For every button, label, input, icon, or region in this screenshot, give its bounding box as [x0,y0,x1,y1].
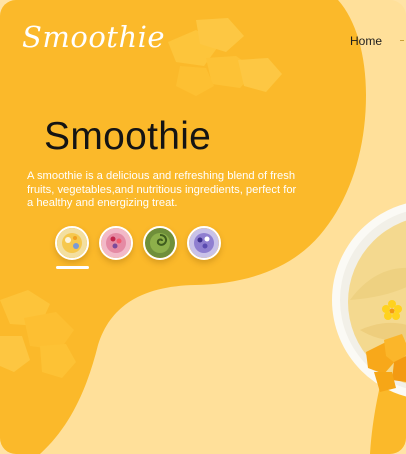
thumbnail-berry-smoothie[interactable] [99,226,133,260]
smoothie-landing-page: Smoothie Home Smoothie A smoothie is a d… [0,0,406,454]
nav-link-home[interactable]: Home [350,34,382,48]
nav-overflow-marker [400,40,404,41]
hero-description: A smoothie is a delicious and refreshing… [27,170,297,210]
thumbnail-green-smoothie[interactable] [143,226,177,260]
thumbnail-mango-smoothie[interactable] [55,226,89,260]
selected-thumbnail-indicator [56,266,89,269]
green-bowl-icon [145,228,175,258]
smoothie-bowl-image [332,203,406,397]
blueberry-bowl-icon [189,228,219,258]
brand-logo[interactable]: Smoothie [22,20,165,54]
thumbnail-blueberry-smoothie[interactable] [187,226,221,260]
mango-bowl-icon [57,228,87,258]
berry-bowl-icon [101,228,131,258]
hero-title: Smoothie [44,115,212,158]
